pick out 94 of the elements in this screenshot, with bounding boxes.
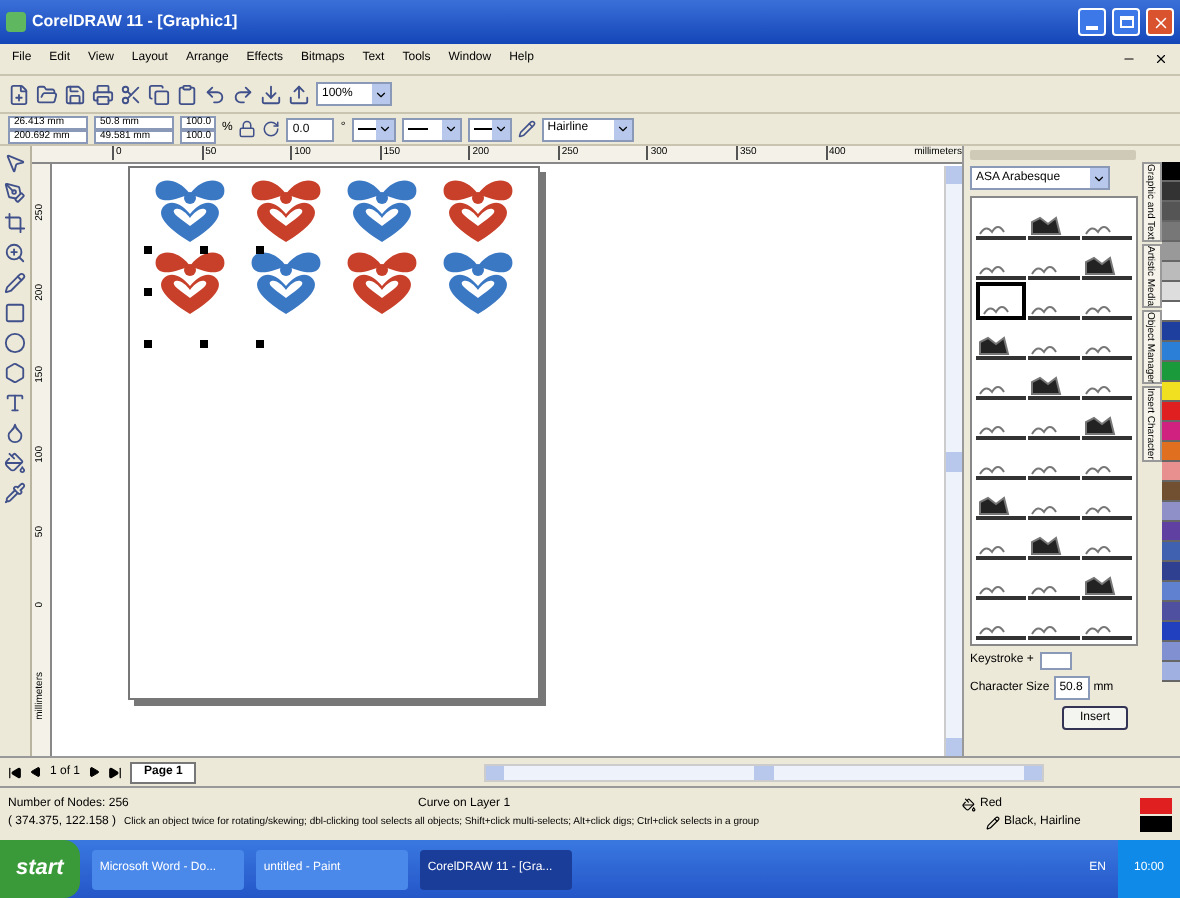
chevron-down-icon[interactable] xyxy=(493,122,508,136)
toolbar-icon[interactable] xyxy=(92,83,114,105)
tool-icon[interactable] xyxy=(4,242,26,264)
color-swatch[interactable] xyxy=(1162,202,1180,222)
line-style-dropdown[interactable] xyxy=(401,117,462,141)
first-page-icon[interactable] xyxy=(8,765,22,779)
tool-icon[interactable] xyxy=(4,212,26,234)
glyph-icon xyxy=(1081,576,1118,596)
line-end-dropdown[interactable] xyxy=(467,117,512,141)
glyph-icon xyxy=(1081,416,1118,436)
color-swatch[interactable] xyxy=(1162,242,1180,262)
glyph-icon xyxy=(976,496,1012,516)
line-start-dropdown[interactable] xyxy=(351,117,396,141)
lock-icon[interactable] xyxy=(238,120,257,138)
chevron-down-icon[interactable] xyxy=(1092,171,1106,185)
close-button[interactable] xyxy=(1146,8,1174,36)
color-swatch[interactable] xyxy=(1162,282,1180,302)
color-swatch[interactable] xyxy=(1162,582,1180,602)
color-swatch[interactable] xyxy=(1162,222,1180,242)
chevron-down-icon[interactable] xyxy=(615,122,630,136)
glyph-icon xyxy=(1081,256,1118,276)
tool-icon[interactable] xyxy=(4,452,26,474)
tool-icon[interactable] xyxy=(4,362,26,384)
toolbar-icon[interactable] xyxy=(8,83,30,105)
glyph-icon xyxy=(1028,216,1065,236)
selection-handle[interactable] xyxy=(144,288,152,296)
selection-handle[interactable] xyxy=(144,246,152,254)
tool-icon[interactable] xyxy=(4,422,26,444)
toolbar-icon[interactable] xyxy=(36,83,58,105)
keystroke-field[interactable] xyxy=(1039,652,1072,670)
vertical-scrollbar[interactable] xyxy=(944,166,962,756)
color-swatch[interactable] xyxy=(1162,162,1180,182)
selection-handle[interactable] xyxy=(256,246,264,254)
color-swatch[interactable] xyxy=(1162,542,1180,562)
tool-icon[interactable] xyxy=(4,482,26,504)
color-swatch[interactable] xyxy=(1162,342,1180,362)
window-title: CorelDRAW 11 - [Graphic1] xyxy=(32,10,240,34)
color-swatch[interactable] xyxy=(1162,402,1180,422)
tool-icon[interactable] xyxy=(4,332,26,354)
color-swatch[interactable] xyxy=(1162,482,1180,502)
color-swatch[interactable] xyxy=(1162,502,1180,522)
last-page-icon[interactable] xyxy=(108,765,123,779)
minimize-button[interactable] xyxy=(1078,8,1106,36)
color-swatch[interactable] xyxy=(1162,182,1180,202)
glyph-cell[interactable] xyxy=(976,282,1027,320)
selection-handle[interactable] xyxy=(144,340,152,348)
color-swatch[interactable] xyxy=(1162,382,1180,402)
color-swatch[interactable] xyxy=(1162,442,1180,462)
chevron-down-icon[interactable] xyxy=(443,122,458,136)
selection-handle[interactable] xyxy=(200,340,208,348)
toolbar-icon[interactable] xyxy=(64,83,86,105)
pen-icon xyxy=(986,816,1000,830)
rotate-icon xyxy=(262,120,281,138)
toolbar-icon[interactable] xyxy=(148,83,170,105)
toolbar-icon[interactable] xyxy=(288,83,310,105)
color-swatch[interactable] xyxy=(1162,362,1180,382)
glyph-icon xyxy=(1028,376,1065,396)
horizontal-scrollbar[interactable] xyxy=(484,763,1045,781)
color-swatch[interactable] xyxy=(1162,562,1180,582)
color-swatch[interactable] xyxy=(1162,322,1180,342)
color-swatch[interactable] xyxy=(1162,302,1180,322)
color-swatch[interactable] xyxy=(1162,662,1180,682)
color-swatch[interactable] xyxy=(1162,522,1180,542)
toolbar-icon[interactable] xyxy=(120,83,142,105)
tool-icon[interactable] xyxy=(4,392,26,414)
pen-icon xyxy=(517,120,536,138)
chevron-down-icon[interactable] xyxy=(374,87,388,101)
previous-page-icon[interactable] xyxy=(30,766,42,778)
chevron-down-icon[interactable] xyxy=(377,122,392,136)
next-page-icon[interactable] xyxy=(88,766,101,778)
color-swatch[interactable] xyxy=(1162,262,1180,282)
close-icon[interactable] xyxy=(1154,52,1168,66)
tool-icon[interactable] xyxy=(4,272,26,294)
tool-icon[interactable] xyxy=(4,152,26,174)
toolbar-icon[interactable] xyxy=(176,83,198,105)
color-swatch[interactable] xyxy=(1162,462,1180,482)
color-swatch[interactable] xyxy=(1162,602,1180,622)
glyph-icon xyxy=(1028,536,1065,556)
toolbar-icon[interactable] xyxy=(204,83,226,105)
app-icon xyxy=(6,12,26,32)
glyph-icon xyxy=(976,336,1012,356)
color-swatch[interactable] xyxy=(1162,622,1180,642)
maximize-button[interactable] xyxy=(1112,8,1140,36)
color-swatch[interactable] xyxy=(1162,642,1180,662)
tool-icon[interactable] xyxy=(4,302,26,324)
toolbar-icon[interactable] xyxy=(232,83,254,105)
minimize-icon[interactable] xyxy=(1122,52,1136,66)
color-swatch[interactable] xyxy=(1162,422,1180,442)
selection-handle[interactable] xyxy=(256,340,264,348)
start-button[interactable]: start xyxy=(0,840,80,898)
toolbar-icon[interactable] xyxy=(260,83,282,105)
fill-icon xyxy=(962,798,976,812)
selection-handle[interactable] xyxy=(200,246,208,254)
tool-icon[interactable] xyxy=(4,182,26,204)
